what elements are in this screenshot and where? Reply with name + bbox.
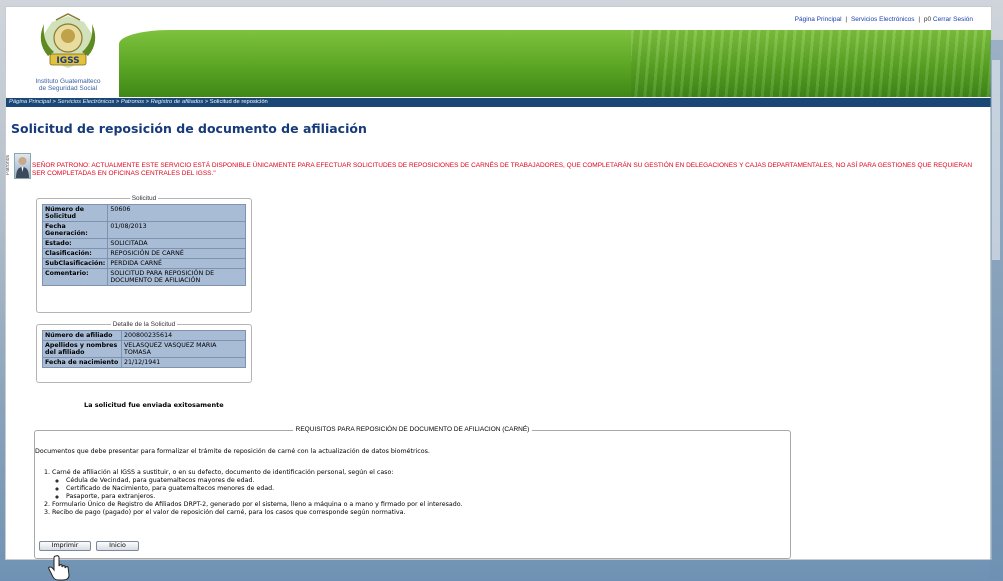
detalle-legend: Detalle de la Solicitud — [112, 321, 176, 328]
field-value: PERDIDA CARNÉ — [107, 258, 246, 269]
requisito-1: Carné de afiliación al IGSS a sustituir,… — [52, 469, 394, 476]
top-link-separator: | — [845, 16, 848, 23]
breadcrumb-separator: > — [144, 99, 151, 105]
banner-decoration — [631, 30, 991, 97]
field-label: SubClasificación: — [41, 258, 109, 269]
field-label: Fecha Generación: — [41, 221, 109, 239]
requisitos-title: REQUISITOS PARA REPOSICIÓN DE DOCUMENTO … — [292, 426, 533, 433]
field-label: Clasificación: — [41, 248, 109, 259]
avatar-side-label: Patronos — [5, 155, 11, 176]
breadcrumb-separator: > — [203, 99, 210, 105]
logo-line-1: Instituto Guatemalteco — [35, 78, 101, 85]
solicitud-legend: Solicitud — [131, 195, 157, 202]
table-row: Clasificación: REPOSICIÓN DE CARNÉ — [41, 248, 246, 259]
page-container: IGSS Instituto Guatemalteco de Seguridad… — [5, 6, 992, 560]
field-value: 50606 — [107, 204, 246, 222]
top-link-home[interactable]: Página Principal — [795, 16, 842, 23]
page-title: Solicitud de reposición de documento de … — [11, 121, 367, 136]
igss-logo[interactable]: IGSS Instituto Guatemalteco de Seguridad… — [18, 12, 110, 96]
list-item: Pasaporte, para extranjeros. — [66, 493, 463, 501]
breadcrumb-separator: > — [50, 99, 58, 105]
breadcrumb-patronos[interactable]: Patronos — [121, 99, 144, 105]
list-item: Carné de afiliación al IGSS a sustituir,… — [52, 469, 463, 501]
list-item: Formulario Único de Registro de Afiliado… — [52, 501, 463, 509]
requisitos-panel: REQUISITOS PARA REPOSICIÓN DE DOCUMENTO … — [34, 426, 791, 559]
detalle-panel: Detalle de la Solicitud Número de afilia… — [36, 321, 252, 383]
breadcrumb-registro[interactable]: Registro de afiliados — [151, 99, 204, 105]
list-item: Certificado de Nacimiento, para guatemal… — [66, 485, 463, 493]
top-link-services[interactable]: Servicios Electrónicos — [851, 16, 915, 23]
breadcrumb-services[interactable]: Servicios Electrónicos — [58, 99, 115, 105]
list-item: Recibo de pago (pagado) por el valor de … — [52, 509, 463, 517]
top-link-separator: | — [918, 16, 921, 23]
field-value: VELASQUEZ VASQUEZ MARIA TOMASA — [121, 340, 246, 358]
field-label: Número de Solicitud — [41, 204, 109, 222]
table-row: SubClasificación: PERDIDA CARNÉ — [41, 258, 246, 269]
requisitos-title-row: REQUISITOS PARA REPOSICIÓN DE DOCUMENTO … — [35, 426, 790, 433]
table-row: Número de afiliado 200800235614 — [42, 330, 246, 341]
table-row: Estado: SOLICITADA — [41, 238, 246, 249]
avatar — [14, 153, 31, 179]
breadcrumb: Página Principal > Servicios Electrónico… — [6, 98, 991, 107]
logout-link[interactable]: Cerrar Sesión — [933, 16, 973, 23]
success-message: La solicitud fue enviada exitosamente — [84, 401, 224, 409]
table-row: Fecha Generación: 01/08/2013 — [41, 221, 246, 239]
field-label: Número de afiliado — [42, 330, 122, 341]
igss-badge-text: IGSS — [56, 56, 79, 66]
header-banner — [119, 30, 991, 97]
top-user-name: p0 — [923, 16, 932, 23]
hand-cursor-icon — [48, 555, 70, 581]
detalle-table: Número de afiliado 200800235614 Apellidos… — [42, 330, 246, 368]
field-value: SOLICITADA — [107, 238, 246, 249]
field-label: Comentario: — [41, 268, 109, 286]
field-label: Apellidos y nombres del afiliado — [42, 340, 122, 358]
notice-message: SEÑOR PATRONO: ACTUALMENTE ESTE SERVICIO… — [32, 162, 973, 177]
solicitud-panel: Solicitud Número de Solicitud 50606 Fecha… — [36, 195, 252, 313]
field-value: 01/08/2013 — [107, 221, 246, 239]
top-links: Página Principal | Servicios Electrónico… — [795, 16, 973, 23]
home-button[interactable]: Inicio — [96, 541, 139, 551]
breadcrumb-current: Solicitud de reposición — [209, 99, 268, 105]
field-label: Fecha de nacimiento — [42, 357, 122, 368]
field-value: SOLICITUD PARA REPOSICIÓN DE DOCUMENTO D… — [107, 268, 246, 286]
table-row: Fecha de nacimiento 21/12/1941 — [42, 357, 246, 368]
breadcrumb-separator: > — [114, 99, 121, 105]
logo-line-2: de Seguridad Social — [38, 85, 98, 92]
logo-caption: Instituto Guatemalteco de Seguridad Soci… — [18, 78, 118, 92]
field-value: REPOSICIÓN DE CARNÉ — [107, 248, 246, 259]
requisito-1-sublist: Cédula de Vecindad, para guatemaltecos m… — [52, 477, 463, 501]
igss-emblem-icon: IGSS — [40, 13, 96, 68]
header: IGSS Instituto Guatemalteco de Seguridad… — [6, 7, 991, 98]
table-row: Número de Solicitud 50606 — [41, 204, 246, 222]
requisitos-list: Carné de afiliación al IGSS a sustituir,… — [40, 469, 463, 517]
requisitos-intro: Documentos que debe presentar para forma… — [35, 448, 430, 455]
table-row: Apellidos y nombres del afiliado VELASQUE… — [42, 340, 246, 358]
field-value: 200800235614 — [121, 330, 246, 341]
field-label: Estado: — [41, 238, 109, 249]
patron-avatar-icon — [16, 157, 29, 178]
scrollbar-edge[interactable] — [990, 40, 1003, 580]
solicitud-table: Número de Solicitud 50606 Fecha Generació… — [41, 204, 246, 286]
table-row: Comentario: SOLICITUD PARA REPOSICIÓN DE … — [41, 268, 246, 286]
list-item: Cédula de Vecindad, para guatemaltecos m… — [66, 477, 463, 485]
print-button[interactable]: Imprimir — [39, 541, 91, 551]
breadcrumb-home[interactable]: Página Principal — [9, 99, 51, 105]
field-value: 21/12/1941 — [121, 357, 246, 368]
